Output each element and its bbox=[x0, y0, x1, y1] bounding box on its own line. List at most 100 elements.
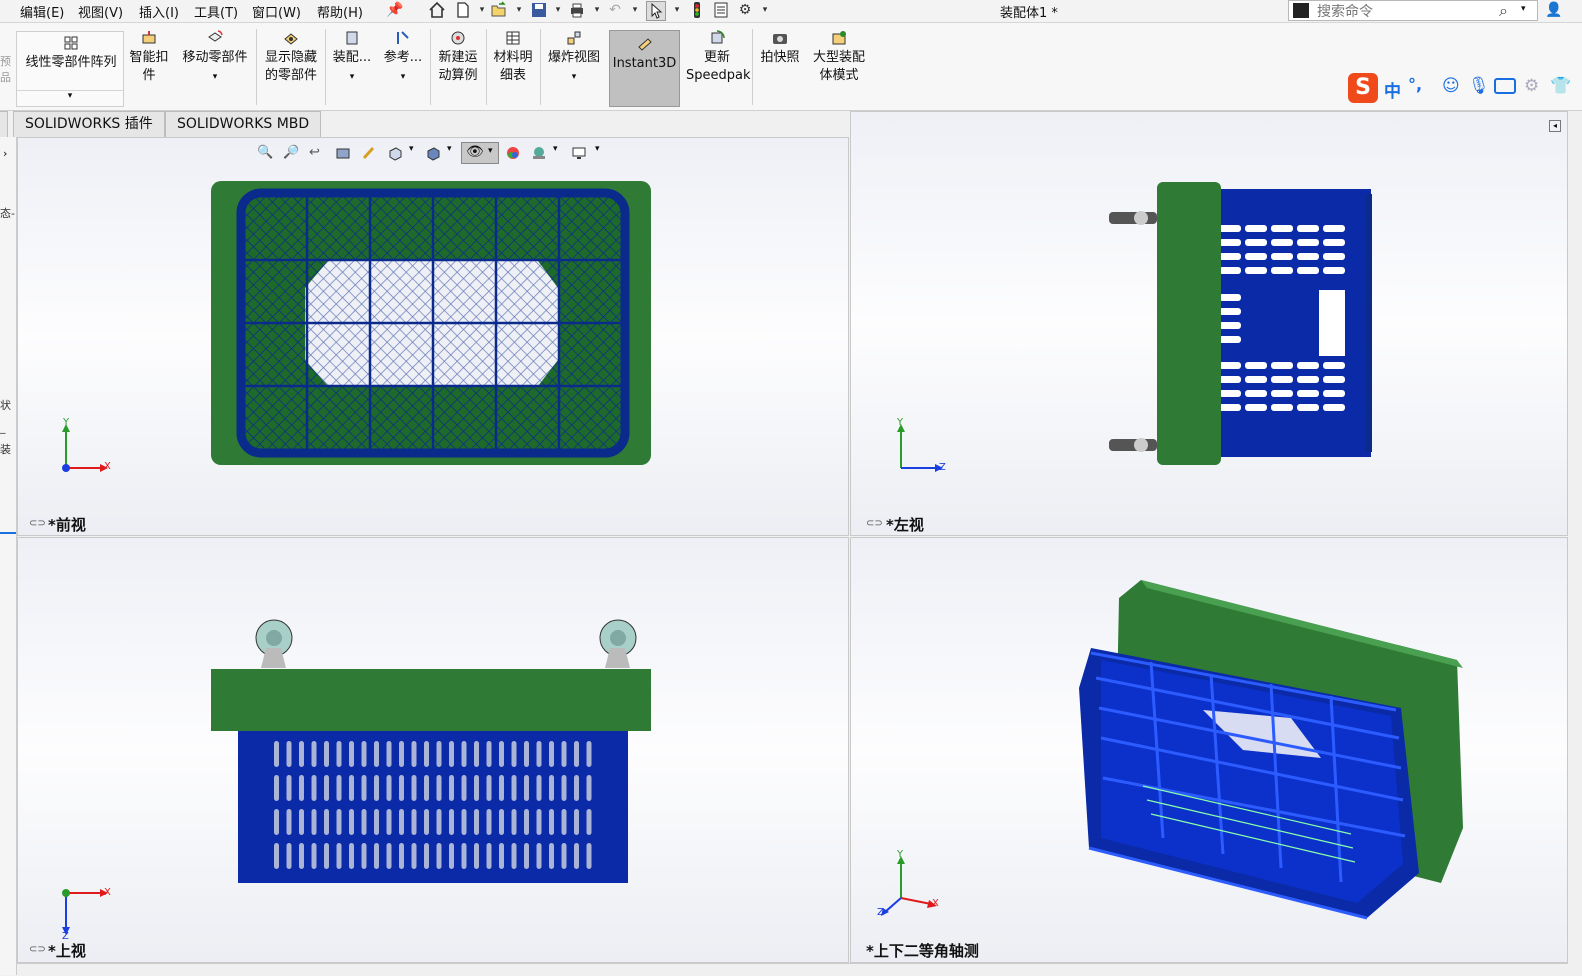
view-orientation-icon[interactable] bbox=[387, 145, 403, 161]
feature-manager-collapsed[interactable]: › 态- 状 _ 装 bbox=[0, 137, 17, 975]
ime-punctuation[interactable]: °, bbox=[1408, 75, 1422, 94]
take-snapshot-button[interactable]: 拍快照 bbox=[757, 29, 803, 67]
chevron-down-icon[interactable]: ▾ bbox=[595, 144, 600, 154]
hide-show-items-button[interactable]: 👁 ▾ bbox=[461, 142, 499, 164]
select-cursor-icon[interactable] bbox=[646, 1, 666, 21]
chevron-down-icon[interactable]: ▾ bbox=[510, 1, 528, 19]
chevron-down-icon[interactable]: ▾ bbox=[213, 72, 218, 82]
save-icon[interactable] bbox=[530, 1, 548, 19]
crate-slot bbox=[461, 741, 467, 767]
reference-geometry-button[interactable]: 参考... ▾ bbox=[382, 29, 424, 86]
chevron-down-icon[interactable]: ▾ bbox=[756, 1, 774, 19]
crate-slot bbox=[424, 809, 429, 835]
menu-help[interactable]: 帮助(H) bbox=[317, 2, 363, 21]
chevron-down-icon[interactable]: ▾ bbox=[553, 144, 558, 154]
assembly-features-button[interactable]: 装配... ▾ bbox=[330, 29, 374, 86]
chevron-down-icon[interactable]: ▾ bbox=[350, 72, 355, 82]
crate-slot bbox=[586, 775, 592, 801]
pin-icon[interactable]: 📌 bbox=[386, 1, 404, 19]
sogou-logo-icon[interactable]: S bbox=[1348, 73, 1378, 103]
menu-view[interactable]: 视图(V) bbox=[78, 2, 123, 21]
tab-solidworks-addins[interactable]: SOLIDWORKS 插件 bbox=[13, 111, 165, 138]
emoji-icon[interactable]: ☺ bbox=[1442, 76, 1460, 96]
undo-icon[interactable]: ↶ bbox=[606, 1, 624, 19]
viewport-top[interactable]: X Z ⊂⊃ *上视 bbox=[17, 537, 849, 963]
apply-scene-icon[interactable] bbox=[531, 145, 547, 161]
dynamic-annotation-icon[interactable] bbox=[361, 145, 377, 161]
user-icon[interactable]: 👤 bbox=[1545, 1, 1563, 19]
crate-slot bbox=[411, 809, 417, 835]
previous-view-icon[interactable]: ↩ bbox=[309, 145, 325, 161]
view-settings-icon[interactable] bbox=[571, 145, 587, 161]
edit-appearance-icon[interactable] bbox=[505, 145, 521, 161]
new-motion-study-button[interactable]: 新建运 动算例 bbox=[434, 29, 482, 85]
move-icon bbox=[208, 30, 223, 42]
open-folder-icon[interactable] bbox=[490, 1, 508, 19]
search-input[interactable] bbox=[1315, 2, 1499, 21]
chevron-down-icon[interactable]: ▾ bbox=[668, 1, 686, 19]
chevron-down-icon[interactable]: ▾ bbox=[549, 1, 567, 19]
gear-icon[interactable]: ⚙ bbox=[736, 1, 754, 19]
tab-truncated[interactable] bbox=[0, 111, 8, 138]
home-icon[interactable] bbox=[428, 1, 446, 19]
crate-slot bbox=[374, 775, 379, 801]
search-icon[interactable]: ⌕ bbox=[1499, 1, 1508, 21]
zoom-to-fit-icon[interactable]: 🔍 bbox=[257, 145, 273, 161]
large-assembly-mode-button[interactable]: 大型装配 体模式 bbox=[808, 29, 870, 85]
viewport-isometric[interactable]: Y X Z *上下二等角轴测 bbox=[850, 537, 1568, 963]
move-component-button[interactable]: 移动零部件 ▾ bbox=[179, 29, 251, 86]
toolbox-icon[interactable]: 👕 bbox=[1550, 76, 1571, 96]
crate-slot bbox=[311, 809, 317, 835]
tab-solidworks-mbd[interactable]: SOLIDWORKS MBD bbox=[165, 111, 322, 138]
menu-tools[interactable]: 工具(T) bbox=[194, 2, 238, 21]
left-view-model bbox=[1109, 182, 1372, 465]
linear-pattern-button[interactable]: 线性零部件阵列 bbox=[21, 34, 121, 72]
show-hidden-components-button[interactable]: 显示隐藏 的零部件 bbox=[261, 29, 321, 85]
viewport-left[interactable]: ◂ Y Z ⊂⊃ *左视 bbox=[850, 111, 1568, 536]
chevron-right-icon[interactable]: › bbox=[3, 147, 7, 160]
chevron-down-icon[interactable]: ▾ bbox=[473, 1, 491, 19]
bill-of-materials-button[interactable]: 材料明 细表 bbox=[490, 29, 536, 85]
crate-slot bbox=[499, 775, 504, 801]
chevron-down-icon[interactable]: ▾ bbox=[409, 144, 414, 154]
smart-fastener-button[interactable]: 智能扣件 bbox=[128, 29, 170, 85]
crate-slot bbox=[449, 843, 454, 869]
crate-slot bbox=[324, 843, 329, 869]
search-box[interactable]: ⌕ ▾ bbox=[1288, 0, 1538, 21]
crate-slot bbox=[286, 741, 292, 767]
link-icon[interactable]: ⊂⊃ bbox=[29, 518, 46, 529]
link-icon[interactable]: ⊂⊃ bbox=[866, 518, 883, 529]
chevron-down-icon[interactable]: ▾ bbox=[572, 72, 577, 82]
skin-icon[interactable]: ⚙ bbox=[1524, 76, 1539, 96]
crate-slot bbox=[511, 775, 517, 801]
print-icon[interactable] bbox=[568, 1, 586, 19]
display-style-icon[interactable] bbox=[425, 145, 441, 161]
viewport-front[interactable]: Y X ⊂⊃ *前视 bbox=[17, 137, 849, 536]
zoom-to-area-icon[interactable]: 🔎 bbox=[283, 145, 299, 161]
chevron-down-icon[interactable]: ▾ bbox=[588, 1, 606, 19]
crate-slot bbox=[586, 741, 592, 767]
menu-window[interactable]: 窗口(W) bbox=[252, 2, 301, 21]
link-icon[interactable]: ⊂⊃ bbox=[29, 944, 46, 955]
keyboard-icon[interactable] bbox=[1494, 78, 1516, 94]
splitter[interactable] bbox=[0, 532, 16, 534]
section-view-icon[interactable] bbox=[335, 145, 351, 161]
crate-slot bbox=[386, 809, 392, 835]
new-document-icon[interactable] bbox=[454, 1, 472, 19]
show-hidden-icon bbox=[284, 33, 298, 45]
exploded-view-button[interactable]: 爆炸视图 ▾ bbox=[544, 29, 604, 86]
menu-edit[interactable]: 编辑(E) bbox=[20, 2, 64, 21]
linear-pattern-group: 线性零部件阵列 ▾ bbox=[16, 31, 124, 107]
chevron-down-icon[interactable]: ▾ bbox=[447, 144, 452, 154]
microphone-icon[interactable]: 🎙 bbox=[1468, 76, 1490, 96]
instant3d-button[interactable]: Instant3D bbox=[609, 30, 680, 107]
chevron-down-icon[interactable]: ▾ bbox=[401, 72, 406, 82]
file-properties-icon[interactable] bbox=[712, 1, 730, 19]
traffic-light-icon[interactable] bbox=[688, 1, 706, 19]
chevron-down-icon[interactable]: ▾ bbox=[17, 90, 123, 107]
menu-insert[interactable]: 插入(I) bbox=[139, 2, 179, 21]
chevron-down-icon[interactable]: ▾ bbox=[1521, 4, 1526, 14]
update-speedpak-button[interactable]: 更新 Speedpak bbox=[686, 29, 751, 85]
ime-language[interactable]: 中 bbox=[1384, 77, 1401, 102]
chevron-down-icon[interactable]: ▾ bbox=[626, 1, 644, 19]
